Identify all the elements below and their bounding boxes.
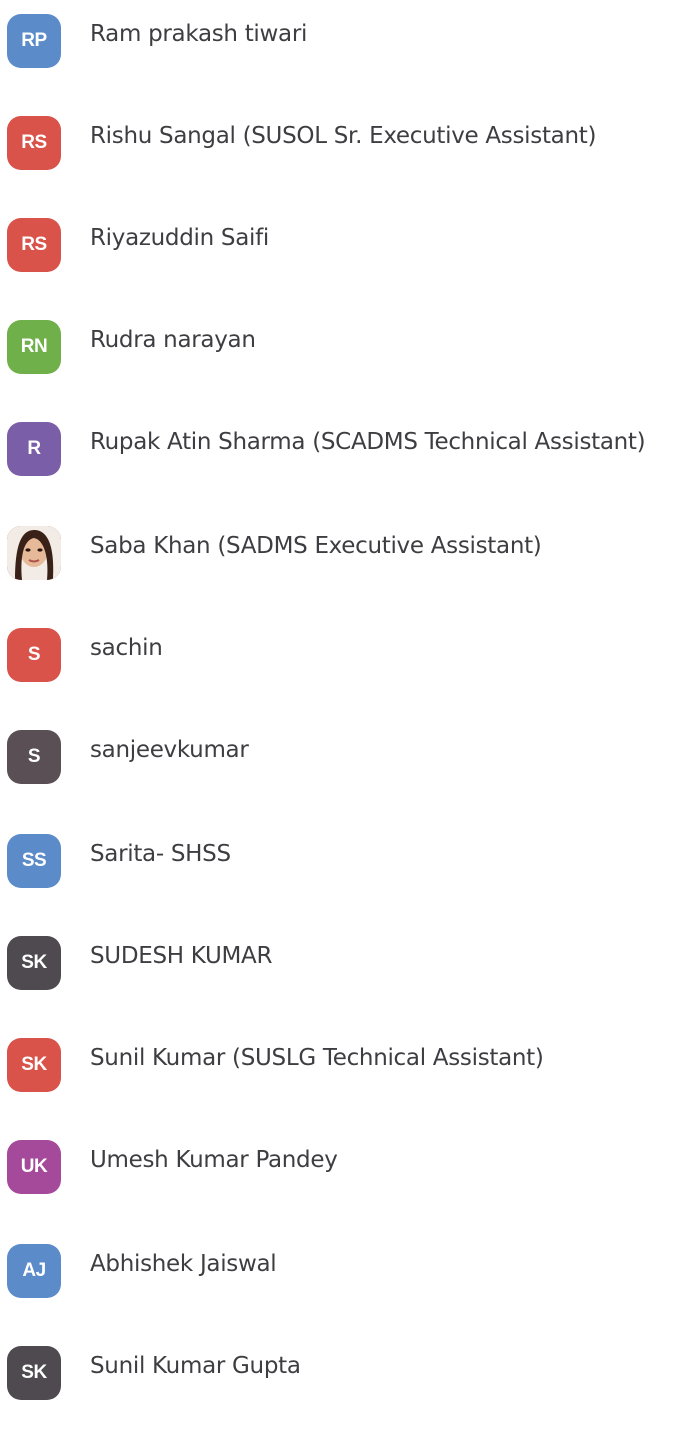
contact-row[interactable]: RS Rishu Sangal (SUSOL Sr. Executive Ass… [0, 110, 700, 170]
contact-name: Sunil Kumar (SUSLG Technical Assistant) [90, 1045, 544, 1071]
contact-name: Saba Khan (SADMS Executive Assistant) [90, 533, 542, 559]
avatar: R [7, 422, 61, 476]
contact-row[interactable]: RS Riyazuddin Saifi [0, 212, 700, 272]
avatar: UK [7, 1140, 61, 1194]
avatar: RN [7, 320, 61, 374]
contact-row[interactable]: SS Sarita- SHSS [0, 828, 700, 888]
contact-row[interactable]: R Rupak Atin Sharma (SCADMS Technical As… [0, 416, 700, 476]
contact-row[interactable]: SK SUDESH KUMAR [0, 930, 700, 990]
avatar: AJ [7, 1244, 61, 1298]
avatar: SK [7, 1346, 61, 1400]
avatar: RS [7, 116, 61, 170]
contact-name: SUDESH KUMAR [90, 943, 273, 969]
contact-row[interactable]: UK Umesh Kumar Pandey [0, 1134, 700, 1194]
contact-name: Rishu Sangal (SUSOL Sr. Executive Assist… [90, 123, 597, 149]
contact-name: Ram prakash tiwari [90, 21, 308, 47]
contact-row[interactable]: S sanjeevkumar [0, 724, 700, 784]
contact-row[interactable]: RP Ram prakash tiwari [0, 8, 700, 68]
avatar: S [7, 730, 61, 784]
avatar: RS [7, 218, 61, 272]
contact-name: Sarita- SHSS [90, 841, 231, 867]
contact-row[interactable]: SK Sunil Kumar Gupta [0, 1340, 700, 1400]
contact-name: sachin [90, 635, 163, 661]
contact-row[interactable]: S sachin [0, 622, 700, 682]
avatar: RP [7, 14, 61, 68]
contact-name: Abhishek Jaiswal [90, 1251, 277, 1277]
contact-name: Riyazuddin Saifi [90, 225, 269, 251]
contact-name: sanjeevkumar [90, 737, 249, 763]
profile-photo-icon [7, 526, 61, 580]
contact-row[interactable]: AJ Abhishek Jaiswal [0, 1238, 700, 1298]
contact-row[interactable]: RN Rudra narayan [0, 314, 700, 374]
contact-name: Sunil Kumar Gupta [90, 1353, 301, 1379]
contact-row[interactable]: SK Sunil Kumar (SUSLG Technical Assistan… [0, 1032, 700, 1092]
avatar: SK [7, 1038, 61, 1092]
contact-name: Rupak Atin Sharma (SCADMS Technical Assi… [90, 429, 646, 455]
avatar-photo [7, 526, 61, 580]
avatar: SS [7, 834, 61, 888]
contact-name: Rudra narayan [90, 327, 256, 353]
avatar: SK [7, 936, 61, 990]
avatar: S [7, 628, 61, 682]
contact-list: RP Ram prakash tiwari RS Rishu Sangal (S… [0, 0, 700, 1438]
contact-name: Umesh Kumar Pandey [90, 1147, 338, 1173]
contact-row[interactable]: Saba Khan (SADMS Executive Assistant) [0, 520, 700, 580]
